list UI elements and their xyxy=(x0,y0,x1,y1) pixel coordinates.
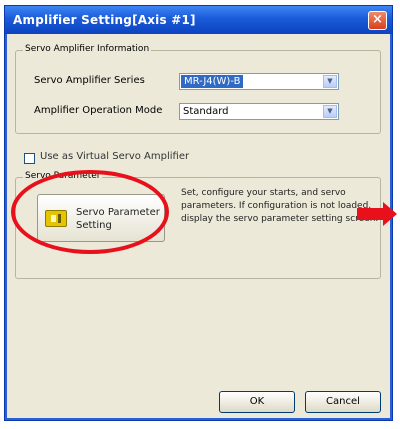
highlight-arrow-icon xyxy=(383,202,397,226)
virtual-servo-label: Use as Virtual Servo Amplifier xyxy=(40,151,190,162)
close-button[interactable]: × xyxy=(368,11,387,30)
cancel-button[interactable]: Cancel xyxy=(305,391,381,413)
highlight-arrow-shaft xyxy=(357,208,383,220)
mode-select[interactable]: Standard ▼ xyxy=(179,103,339,120)
series-select[interactable]: MR-J4(W)-B ▼ xyxy=(179,73,339,90)
title-bar: Amplifier Setting[Axis #1] × xyxy=(5,6,392,34)
highlight-ellipse xyxy=(11,170,169,254)
ok-button[interactable]: OK xyxy=(219,391,295,413)
close-icon: × xyxy=(371,12,384,27)
dialog-title: Amplifier Setting[Axis #1] xyxy=(13,13,196,27)
chevron-down-icon[interactable]: ▼ xyxy=(323,105,337,118)
amp-info-group-title: Servo Amplifier Information xyxy=(23,44,152,54)
mode-label: Amplifier Operation Mode xyxy=(34,105,163,116)
amp-info-group: Servo Amplifier Information Servo Amplif… xyxy=(15,44,381,134)
mode-value: Standard xyxy=(183,106,229,117)
series-label: Servo Amplifier Series xyxy=(34,75,145,86)
chevron-down-icon[interactable]: ▼ xyxy=(323,75,337,88)
servo-param-description: Set, configure your starts, and servo pa… xyxy=(181,188,379,224)
amplifier-setting-dialog: Amplifier Setting[Axis #1] × Servo Ampli… xyxy=(4,5,397,421)
virtual-servo-checkbox[interactable] xyxy=(24,153,35,164)
series-value: MR-J4(W)-B xyxy=(181,75,244,88)
